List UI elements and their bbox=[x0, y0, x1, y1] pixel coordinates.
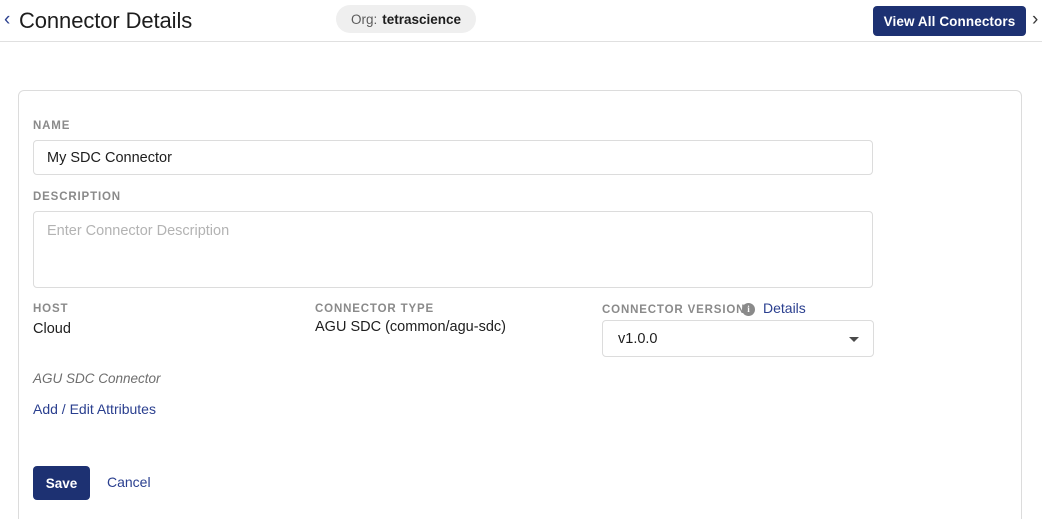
name-label: NAME bbox=[33, 120, 71, 132]
connector-version-label: CONNECTOR VERSION bbox=[602, 304, 746, 316]
chevron-right-icon[interactable]: › bbox=[1032, 9, 1038, 31]
information-panel: NAME DESCRIPTION HOST Cloud CONNECTOR TY… bbox=[18, 90, 1022, 519]
cancel-button[interactable]: Cancel bbox=[107, 474, 151, 490]
save-button[interactable]: Save bbox=[33, 466, 90, 500]
org-badge-value: tetrascience bbox=[382, 11, 462, 27]
connector-type-value: AGU SDC (common/agu-sdc) bbox=[315, 319, 506, 335]
page-header: ‹ Connector Details Org: tetrascience Vi… bbox=[0, 0, 1042, 42]
host-label: HOST bbox=[33, 303, 69, 315]
chevron-left-icon[interactable]: ‹ bbox=[4, 9, 10, 31]
connector-version-select[interactable]: v1.0.0 bbox=[602, 320, 874, 357]
description-label: DESCRIPTION bbox=[33, 191, 121, 203]
org-badge-key: Org: bbox=[351, 11, 378, 27]
info-icon-glyph: i bbox=[747, 304, 750, 314]
connector-details-page: ‹ Connector Details Org: tetrascience Vi… bbox=[0, 0, 1042, 519]
info-icon[interactable]: i bbox=[742, 303, 755, 316]
details-link[interactable]: Details bbox=[763, 300, 806, 316]
name-input[interactable] bbox=[33, 140, 873, 175]
view-all-connectors-button[interactable]: View All Connectors bbox=[873, 6, 1026, 36]
connector-type-label: CONNECTOR TYPE bbox=[315, 303, 435, 315]
description-textarea[interactable] bbox=[33, 211, 873, 288]
tab-bar: Information Configuration Metrics Diagno… bbox=[0, 42, 1042, 133]
connector-note: AGU SDC Connector bbox=[33, 371, 161, 386]
chevron-down-icon bbox=[849, 336, 859, 342]
org-badge: Org: tetrascience bbox=[336, 5, 477, 33]
add-edit-attributes-link[interactable]: Add / Edit Attributes bbox=[33, 401, 156, 417]
page-title: Connector Details bbox=[19, 8, 193, 33]
connector-version-selected-value: v1.0.0 bbox=[618, 330, 658, 347]
host-value: Cloud bbox=[33, 321, 71, 337]
